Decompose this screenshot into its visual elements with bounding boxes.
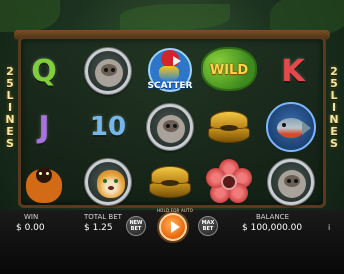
symbol-letter-k: K [281, 53, 305, 89]
balance-label: BALANCE [256, 213, 289, 221]
clam-icon [206, 107, 252, 147]
max-bet-button[interactable]: MAX BET [198, 216, 218, 236]
symbol-letter-j: J [38, 109, 50, 145]
reel-symbol-q: Q [15, 44, 73, 98]
jaguar-icon [85, 159, 131, 205]
monkey-icon [22, 159, 66, 205]
sloth-icon [85, 48, 131, 94]
reel-symbol-10: 10 [79, 100, 137, 154]
reel-symbol-monkey [15, 155, 73, 209]
clam-icon [147, 162, 193, 202]
reel-symbol-sloth [141, 100, 199, 154]
symbol-letter-q: Q [31, 53, 57, 89]
rafflesia-flower-icon [206, 159, 252, 205]
background-leaf [120, 4, 230, 30]
spin-ring-text: HOLD FOR AUTO [156, 208, 194, 213]
reel-symbol-rafflesia [200, 155, 258, 209]
reel-symbol-k: K [264, 44, 322, 98]
background-leaf [0, 0, 60, 32]
sloth-icon [147, 104, 193, 150]
paylines-char: S [6, 137, 14, 150]
reel-symbol-scatter: SCATTER [141, 44, 199, 98]
reel-symbol-clam [141, 155, 199, 209]
reel-symbol-sloth [79, 44, 137, 98]
play-icon [171, 221, 180, 233]
info-button[interactable]: i [328, 223, 330, 232]
paylines-indicator-right: 2 5 L I N E S [327, 66, 341, 196]
win-label: WIN [24, 213, 39, 221]
parrot-scatter-icon: SCATTER [145, 46, 195, 96]
new-bet-button[interactable]: NEW BET [126, 216, 146, 236]
reel-symbol-clam [200, 100, 258, 154]
balance-value: $ 100,000.00 [242, 223, 303, 233]
reel-symbol-sloth [262, 155, 320, 209]
slot-game: 2 5 L I N E S 2 5 L I N E S Q SCATTER WI… [0, 0, 344, 274]
reel-symbol-jaguar [79, 155, 137, 209]
sloth-icon [268, 159, 314, 205]
piranha-icon [266, 102, 316, 152]
reel-symbol-j: J [15, 100, 73, 154]
spin-button[interactable]: HOLD FOR AUTO [157, 208, 193, 241]
total-bet-value: $ 1.25 [84, 223, 113, 233]
symbol-letter-10: 10 [89, 112, 127, 142]
reel-symbol-piranha [262, 100, 320, 154]
reel-symbol-wild: WILD [200, 44, 258, 98]
total-bet-label: TOTAL BET [84, 213, 122, 221]
win-value: $ 0.00 [16, 223, 45, 233]
scatter-label: SCATTER [147, 81, 193, 91]
wild-label: WILD [209, 63, 249, 78]
wild-icon: WILD [203, 49, 255, 93]
paylines-char: S [330, 137, 338, 150]
